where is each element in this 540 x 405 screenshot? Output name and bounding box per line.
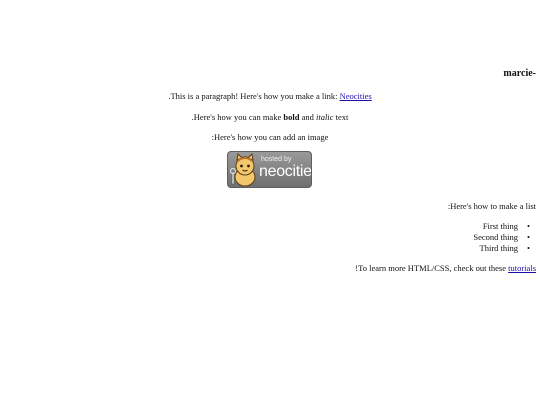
- list-item: Second thing •: [473, 232, 530, 243]
- outro-paragraph: !To learn more HTML/CSS, check out these…: [355, 263, 536, 273]
- neocities-cat-mascot-icon: [230, 153, 256, 187]
- image-intro-text: :Here's how you can add an image: [211, 132, 329, 142]
- list-item: First thing •: [473, 221, 530, 232]
- tutorials-link[interactable]: tutorials: [508, 263, 536, 273]
- bullet-icon: •: [527, 221, 530, 231]
- format-paragraph: .Here's how you can make bold and italic…: [0, 112, 540, 122]
- bullet-icon: •: [527, 243, 530, 253]
- bold-text: bold: [283, 112, 300, 122]
- link-paragraph: .This is a paragraph! Here's how you mak…: [0, 91, 540, 101]
- list-item-label: Third thing: [479, 243, 518, 253]
- list-item-label: First thing: [482, 221, 518, 231]
- list-item: Third thing •: [473, 243, 530, 254]
- italic-text: italic: [315, 112, 334, 122]
- format-prefix-text: .Here's how you can make: [191, 112, 282, 122]
- list-intro-text: :Here's how to make a list: [447, 201, 536, 211]
- hosted-by-neocities-badge[interactable]: hosted by neocities: [227, 151, 312, 188]
- example-list: First thing • Second thing • Third thing •: [473, 221, 530, 254]
- neocities-link[interactable]: Neocities: [340, 91, 372, 101]
- bullet-icon: •: [527, 232, 530, 242]
- badge-hosted-by-text: hosted by: [261, 156, 292, 163]
- site-heading: marcie-: [503, 68, 536, 79]
- format-middle-text: and: [301, 112, 314, 122]
- link-paragraph-text: .This is a paragraph! Here's how you mak…: [168, 91, 338, 101]
- list-item-label: Second thing: [473, 232, 518, 242]
- format-suffix-text: text: [335, 112, 349, 122]
- badge-brand-text: neocities: [259, 163, 312, 180]
- outro-text: !To learn more HTML/CSS, check out these: [355, 263, 507, 273]
